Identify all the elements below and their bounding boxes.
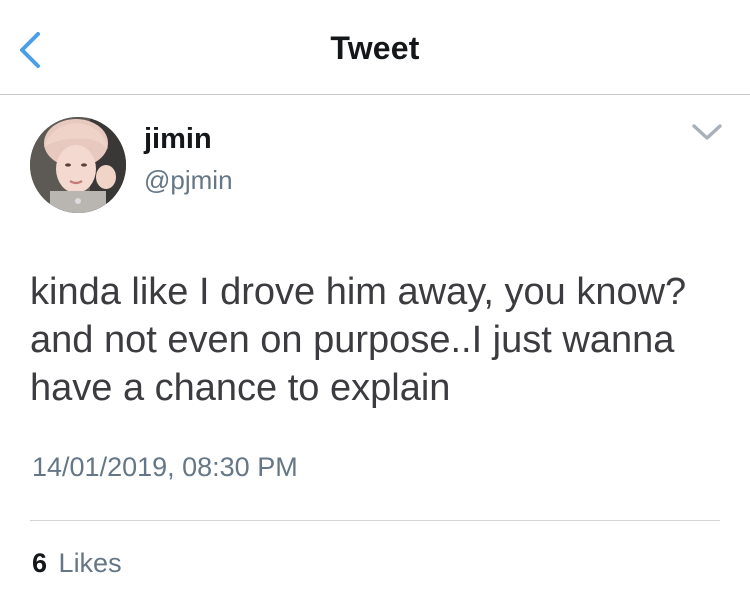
tweet-timestamp: 14/01/2019, 08:30 PM <box>32 452 298 482</box>
author-username[interactable]: @pjmin <box>144 165 233 196</box>
likes-count: 6 <box>32 548 48 578</box>
likes-stat[interactable]: 6 Likes <box>32 548 122 579</box>
tweet-header: jimin @pjmin <box>0 95 750 235</box>
page-title: Tweet <box>330 30 420 66</box>
tweet-text: kinda like I drove him away, you know? a… <box>30 271 687 409</box>
more-options-button[interactable] <box>690 121 724 143</box>
chevron-down-icon <box>692 124 722 140</box>
avatar[interactable] <box>30 117 126 213</box>
divider <box>30 520 720 521</box>
navigation-bar: Tweet <box>0 0 750 95</box>
author-display-name[interactable]: jimin <box>144 123 212 156</box>
avatar-image <box>30 117 126 213</box>
likes-label: Likes <box>58 548 122 578</box>
